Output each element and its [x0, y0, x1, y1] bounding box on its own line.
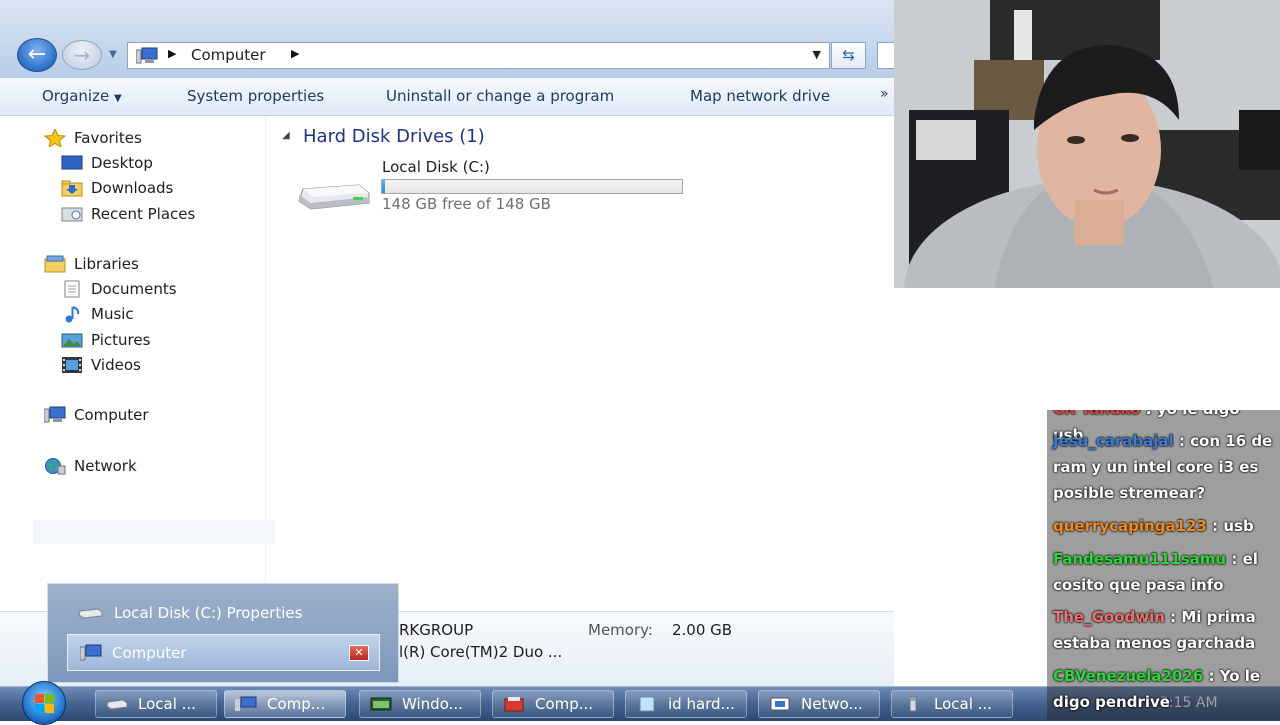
chat-username: Fandesamu111samu — [1053, 550, 1227, 568]
recent-places-icon — [61, 205, 83, 223]
address-dropdown-icon[interactable]: ▼ — [813, 48, 821, 61]
forward-button[interactable]: → — [62, 40, 102, 70]
windows-logo-icon — [45, 694, 54, 703]
back-button[interactable]: ← — [17, 38, 57, 72]
map-network-drive-button[interactable]: Map network drive — [690, 87, 830, 105]
music-note-icon — [61, 305, 83, 323]
preview-item-local-disk-properties[interactable]: Local Disk (C:) Properties — [78, 604, 302, 622]
windows-logo-icon — [35, 704, 44, 713]
organize-button[interactable]: Organize ▼ — [42, 87, 122, 105]
nav-libraries[interactable]: Libraries — [44, 253, 139, 275]
nav-music[interactable]: Music — [61, 303, 134, 325]
chat-message: Jesu_carabajal : con 16 de ram y un inte… — [1053, 428, 1275, 506]
chat-username: The_Goodwin — [1053, 608, 1165, 626]
network-icon — [769, 696, 791, 712]
webcam-overlay — [894, 0, 1280, 288]
close-preview-button[interactable]: ✕ — [349, 645, 369, 661]
chat-text: : usb — [1212, 517, 1254, 535]
chat-message: The_Goodwin : Mi prima estaba menos garc… — [1053, 604, 1275, 656]
memory-label: Memory: — [588, 621, 653, 639]
windows-logo-icon — [35, 694, 44, 703]
windows-logo-icon — [45, 704, 54, 713]
star-icon — [43, 127, 67, 149]
computer-icon — [43, 406, 66, 424]
nav-videos[interactable]: Videos — [61, 354, 141, 376]
system-properties-button[interactable]: System properties — [187, 87, 324, 105]
chat-username: querrycapinga123 — [1053, 517, 1207, 535]
computer-icon — [80, 644, 102, 661]
navigation-bar: ← → ▼ ▶ Computer ▶ ▼ ⇆ — [0, 0, 894, 78]
usb-drive-icon — [902, 696, 924, 712]
drive-usage-bar — [381, 179, 683, 194]
nav-downloads[interactable]: Downloads — [61, 177, 173, 199]
drive-name[interactable]: Local Disk (C:) — [382, 158, 490, 176]
taskbar-thumbnail-preview: Local Disk (C:) Properties Computer ✕ — [47, 583, 399, 683]
hard-disk-drives-group-header[interactable]: Hard Disk Drives (1) — [303, 126, 485, 147]
chat-overlay: CR Tanuko : yo le digo usb Jesu_carabaja… — [1047, 410, 1280, 720]
film-icon — [61, 356, 83, 374]
drive-usage-fill — [382, 180, 385, 193]
chat-message: querrycapinga123 : usb — [1053, 513, 1275, 539]
taskbar-button-computer[interactable]: Comp... — [224, 690, 346, 718]
drive-free-space: 148 GB free of 148 GB — [382, 195, 551, 213]
libraries-icon — [44, 255, 66, 273]
management-icon — [503, 696, 525, 712]
window-app-icon — [370, 696, 392, 712]
taskbar-button-network[interactable]: Netwo... — [758, 690, 880, 718]
taskbar-button-notepad[interactable]: id hard... — [625, 690, 747, 718]
downloads-folder-icon — [61, 179, 83, 197]
nav-recent-places[interactable]: Recent Places — [61, 203, 195, 225]
hard-drive-icon — [78, 608, 103, 619]
nav-computer[interactable]: Computer — [43, 404, 149, 426]
uninstall-program-button[interactable]: Uninstall or change a program — [386, 87, 614, 105]
collapse-group-icon[interactable]: ◢ — [282, 130, 290, 141]
navigation-pane: Favorites Desktop Downloads Recent Place… — [13, 116, 275, 611]
search-input[interactable] — [877, 42, 894, 69]
breadcrumb-arrow-icon[interactable]: ▶ — [168, 47, 176, 60]
more-commands-button[interactable]: » — [880, 86, 889, 102]
recent-pages-dropdown[interactable]: ▼ — [106, 48, 120, 62]
preview-item-computer[interactable]: Computer ✕ — [67, 634, 380, 671]
webcam-streamer-image — [894, 0, 1280, 288]
chat-message: CBVenezuela2026 : Yo le digo pendrive — [1053, 663, 1275, 715]
desktop-icon — [61, 154, 83, 172]
nav-favorites[interactable]: Favorites — [43, 127, 142, 149]
address-bar[interactable]: ▶ Computer ▶ ▼ — [127, 42, 830, 69]
hard-drive-icon — [106, 696, 128, 712]
breadcrumb-arrow-icon[interactable]: ▶ — [291, 47, 299, 60]
nav-network[interactable]: Network — [44, 455, 137, 477]
workgroup-value: RKGROUP — [399, 621, 474, 639]
taskbar-button-computer-management[interactable]: Comp... — [492, 690, 614, 718]
chat-username: Jesu_carabajal — [1053, 432, 1174, 450]
refresh-button[interactable]: ⇆ — [831, 42, 866, 69]
notepad-icon — [636, 696, 658, 712]
processor-value: l(R) Core(TM)2 Duo ... — [399, 643, 563, 661]
computer-icon — [235, 696, 257, 712]
taskbar-button-local-disk[interactable]: Local ... — [95, 690, 217, 718]
nav-computer-highlight — [33, 520, 275, 544]
chat-username: CR Tanuko — [1053, 410, 1140, 418]
start-button[interactable] — [22, 681, 66, 725]
pictures-icon — [61, 331, 83, 349]
documents-icon — [61, 280, 83, 298]
nav-pictures[interactable]: Pictures — [61, 329, 150, 351]
chat-username: CBVenezuela2026 — [1053, 667, 1204, 685]
taskbar-button-local[interactable]: Local ... — [891, 690, 1013, 718]
memory-value: 2.00 GB — [672, 621, 733, 639]
breadcrumb-computer[interactable]: Computer — [191, 46, 266, 64]
nav-documents[interactable]: Documents — [61, 278, 177, 300]
network-globe-icon — [44, 457, 66, 475]
taskbar-button-windows[interactable]: Windo... — [359, 690, 481, 718]
chat-message: Fandesamu111samu : el cosito que pasa in… — [1053, 546, 1275, 598]
hard-drive-icon[interactable] — [297, 179, 373, 211]
command-bar: Organize ▼ System properties Uninstall o… — [0, 78, 894, 116]
computer-icon — [136, 47, 158, 64]
nav-desktop[interactable]: Desktop — [61, 152, 153, 174]
